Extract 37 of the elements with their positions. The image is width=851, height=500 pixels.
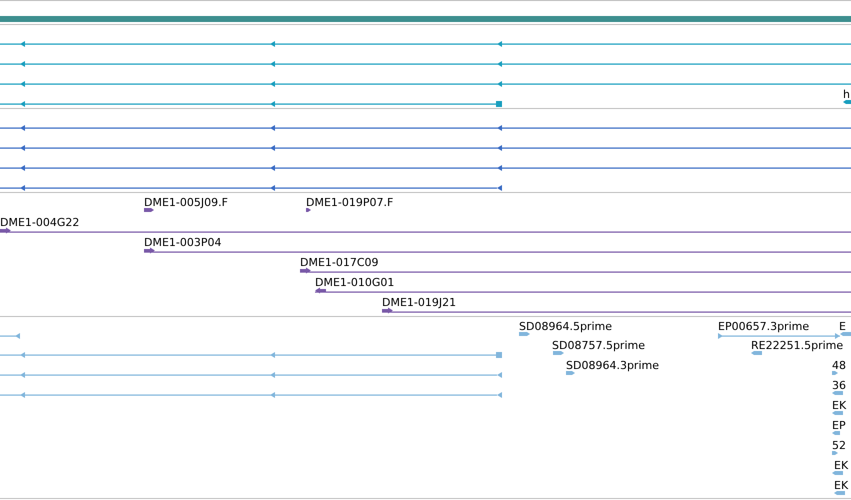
- feature-label: DME1-003P04: [144, 236, 222, 249]
- feature-label: h: [843, 88, 850, 101]
- feature-label: SD08964.3prime: [566, 359, 659, 372]
- gene-feature[interactable]: [144, 248, 851, 254]
- gene-feature[interactable]: [0, 145, 851, 151]
- gene-feature[interactable]: [300, 268, 851, 274]
- feature-label: EK: [834, 459, 848, 472]
- feature-label: DME1-019J21: [382, 296, 456, 309]
- gene-feature[interactable]: [382, 308, 851, 314]
- feature-label: RE22251.5prime: [751, 339, 844, 352]
- gene-feature[interactable]: [0, 41, 851, 47]
- feature-label: E: [839, 320, 846, 333]
- feature-label: EP: [832, 419, 846, 432]
- gene-feature[interactable]: [144, 208, 154, 212]
- gene-feature[interactable]: [306, 208, 311, 212]
- feature-label: EK: [834, 479, 848, 492]
- feature-label: 48: [832, 359, 846, 372]
- gene-feature[interactable]: [315, 288, 851, 294]
- gene-feature[interactable]: [0, 101, 502, 107]
- gene-feature[interactable]: [0, 228, 851, 234]
- feature-label: SD08964.5prime: [519, 320, 612, 333]
- feature-label: DME1-004G22: [0, 216, 80, 229]
- gene-feature[interactable]: [0, 81, 851, 87]
- feature-label: DME1-010G01: [315, 276, 394, 289]
- gene-feature[interactable]: [0, 61, 851, 67]
- gene-feature[interactable]: [843, 100, 851, 104]
- feature-label: DME1-017C09: [300, 256, 379, 269]
- feature-label: DME1-019P07.F: [306, 196, 394, 209]
- gene-feature[interactable]: [0, 125, 851, 131]
- feature-label: EK: [832, 399, 846, 412]
- feature-label: 52: [832, 439, 846, 452]
- gene-feature[interactable]: [0, 165, 851, 171]
- feature-label: DME1-005J09.F: [144, 196, 228, 209]
- gene-feature[interactable]: [0, 185, 502, 191]
- feature-label: SD08757.5prime: [552, 339, 645, 352]
- feature-label: 36: [832, 379, 846, 392]
- feature-label: EP00657.3prime: [718, 320, 810, 333]
